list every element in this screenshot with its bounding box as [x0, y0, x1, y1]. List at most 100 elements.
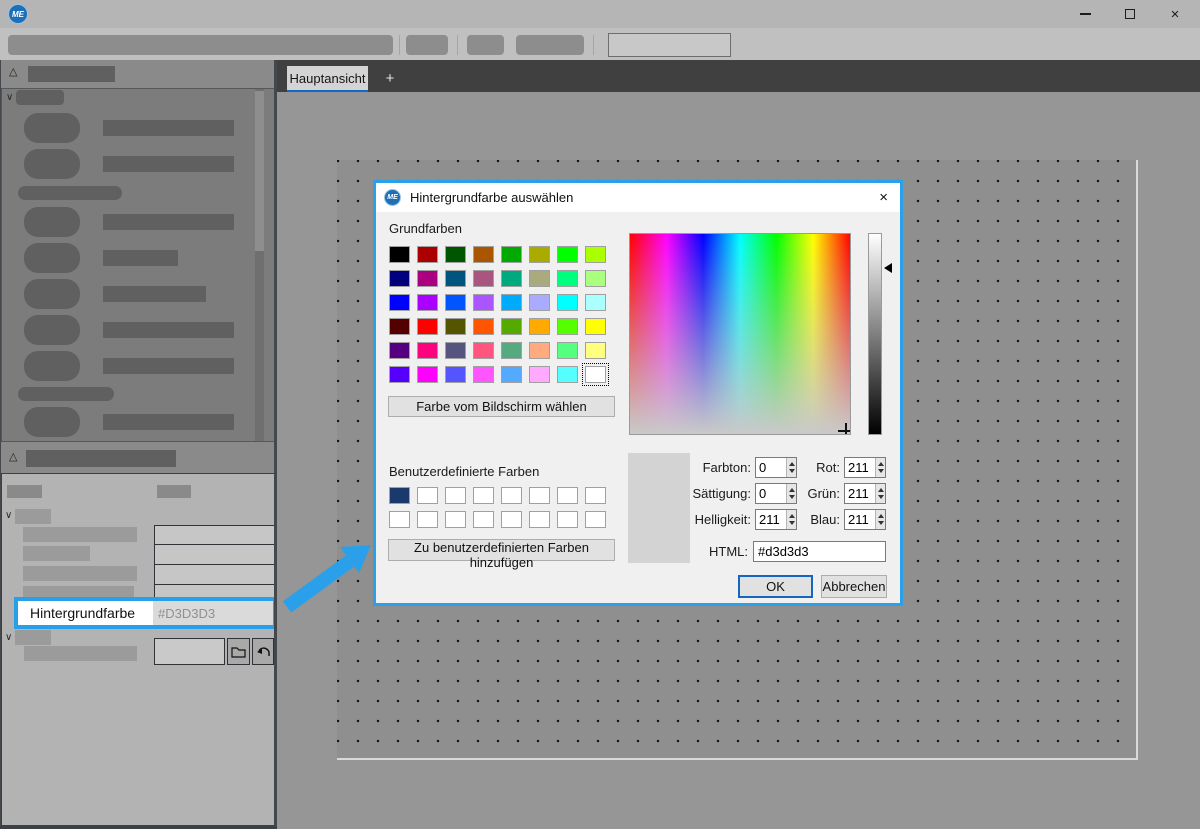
dialog-title-bar[interactable]: ME Hintergrundfarbe auswählen ×: [376, 183, 900, 212]
basic-color-swatch[interactable]: [501, 366, 522, 383]
blue-spinbox[interactable]: [844, 509, 886, 530]
spin-buttons[interactable]: [786, 458, 796, 477]
pick-screen-color-button[interactable]: Farbe vom Bildschirm wählen: [388, 396, 615, 417]
browse-button[interactable]: [227, 638, 250, 665]
luminance-slider-arrow-icon[interactable]: [884, 263, 892, 273]
custom-color-swatch[interactable]: [417, 511, 438, 528]
maximize-button[interactable]: [1108, 0, 1152, 28]
scrollbar[interactable]: [255, 89, 264, 441]
basic-color-swatch[interactable]: [389, 270, 410, 287]
basic-color-swatch[interactable]: [501, 318, 522, 335]
basic-color-swatch[interactable]: [473, 246, 494, 263]
basic-color-swatch[interactable]: [445, 366, 466, 383]
basic-color-swatch[interactable]: [389, 342, 410, 359]
basic-color-swatch[interactable]: [473, 294, 494, 311]
basic-color-swatch[interactable]: [529, 318, 550, 335]
custom-color-swatch[interactable]: [501, 487, 522, 504]
scrollbar-thumb[interactable]: [255, 91, 264, 251]
property-value[interactable]: #D3D3D3: [153, 601, 273, 625]
custom-color-swatch[interactable]: [585, 511, 606, 528]
basic-color-swatch[interactable]: [389, 366, 410, 383]
custom-color-swatch[interactable]: [473, 511, 494, 528]
basic-color-swatch[interactable]: [585, 342, 606, 359]
custom-color-swatch[interactable]: [501, 511, 522, 528]
ok-button[interactable]: OK: [738, 575, 813, 598]
add-tab-button[interactable]: +: [377, 66, 403, 90]
custom-color-swatch[interactable]: [529, 487, 550, 504]
basic-color-swatch[interactable]: [501, 294, 522, 311]
basic-color-swatch[interactable]: [445, 246, 466, 263]
property-value-field[interactable]: [154, 525, 276, 545]
red-input[interactable]: [845, 458, 875, 477]
basic-color-swatch[interactable]: [529, 294, 550, 311]
custom-color-swatch[interactable]: [529, 511, 550, 528]
spin-buttons[interactable]: [875, 510, 885, 529]
basic-color-swatch[interactable]: [529, 246, 550, 263]
basic-color-swatch[interactable]: [417, 366, 438, 383]
luminance-slider[interactable]: [868, 233, 882, 435]
spin-buttons[interactable]: [786, 484, 796, 503]
basic-color-swatch[interactable]: [501, 270, 522, 287]
basic-color-swatch[interactable]: [389, 246, 410, 263]
basic-color-swatch[interactable]: [417, 294, 438, 311]
custom-color-swatch[interactable]: [445, 511, 466, 528]
saturation-input[interactable]: [756, 484, 786, 503]
basic-color-swatch[interactable]: [389, 294, 410, 311]
basic-color-swatch[interactable]: [557, 318, 578, 335]
red-spinbox[interactable]: [844, 457, 886, 478]
basic-color-swatch[interactable]: [501, 246, 522, 263]
value-spinbox[interactable]: [755, 509, 797, 530]
minimize-button[interactable]: [1063, 0, 1107, 28]
basic-color-swatch[interactable]: [557, 270, 578, 287]
basic-color-swatch[interactable]: [417, 342, 438, 359]
green-input[interactable]: [845, 484, 875, 503]
basic-color-swatch[interactable]: [585, 366, 606, 383]
basic-color-swatch[interactable]: [501, 342, 522, 359]
green-spinbox[interactable]: [844, 483, 886, 504]
tree-chevron-icon[interactable]: ∨: [5, 511, 12, 521]
spin-buttons[interactable]: [786, 510, 796, 529]
html-color-input[interactable]: [753, 541, 886, 562]
collapse-triangle-icon[interactable]: △: [9, 452, 17, 463]
cancel-button[interactable]: Abbrechen: [821, 575, 887, 598]
custom-color-swatch[interactable]: [473, 487, 494, 504]
custom-color-swatch[interactable]: [389, 511, 410, 528]
spin-buttons[interactable]: [875, 458, 885, 477]
hue-saturation-picker[interactable]: [629, 233, 851, 435]
basic-color-swatch[interactable]: [417, 270, 438, 287]
blue-input[interactable]: [845, 510, 875, 529]
custom-color-swatch[interactable]: [389, 487, 410, 504]
basic-color-swatch[interactable]: [417, 318, 438, 335]
custom-color-swatch[interactable]: [585, 487, 606, 504]
property-value-field[interactable]: [154, 544, 276, 565]
basic-color-swatch[interactable]: [473, 366, 494, 383]
path-input-field[interactable]: [154, 638, 225, 665]
basic-color-swatch[interactable]: [557, 246, 578, 263]
basic-color-swatch[interactable]: [529, 342, 550, 359]
basic-color-swatch[interactable]: [557, 366, 578, 383]
basic-color-swatch[interactable]: [473, 270, 494, 287]
close-button[interactable]: ×: [1153, 0, 1197, 28]
basic-color-swatch[interactable]: [585, 294, 606, 311]
basic-color-swatch[interactable]: [445, 318, 466, 335]
basic-color-swatch[interactable]: [417, 246, 438, 263]
tree-chevron-icon[interactable]: ∨: [6, 93, 13, 103]
dialog-close-icon[interactable]: ×: [879, 189, 888, 206]
basic-color-swatch[interactable]: [445, 294, 466, 311]
property-value-field[interactable]: [154, 564, 276, 585]
basic-color-swatch[interactable]: [529, 270, 550, 287]
add-custom-color-button[interactable]: Zu benutzerdefinierten Farben hinzufügen: [388, 539, 615, 561]
basic-color-swatch[interactable]: [585, 246, 606, 263]
basic-color-swatch[interactable]: [389, 318, 410, 335]
basic-color-swatch[interactable]: [473, 342, 494, 359]
saturation-spinbox[interactable]: [755, 483, 797, 504]
spin-buttons[interactable]: [875, 484, 885, 503]
basic-color-swatch[interactable]: [585, 318, 606, 335]
tab-hauptansicht[interactable]: Hauptansicht: [287, 66, 368, 92]
highlighted-property-row[interactable]: Hintergrundfarbe #D3D3D3: [14, 597, 276, 629]
reset-button[interactable]: [252, 638, 274, 665]
toolbar-search-box[interactable]: [608, 33, 731, 57]
basic-color-swatch[interactable]: [585, 270, 606, 287]
basic-color-swatch[interactable]: [445, 270, 466, 287]
basic-color-swatch[interactable]: [557, 342, 578, 359]
